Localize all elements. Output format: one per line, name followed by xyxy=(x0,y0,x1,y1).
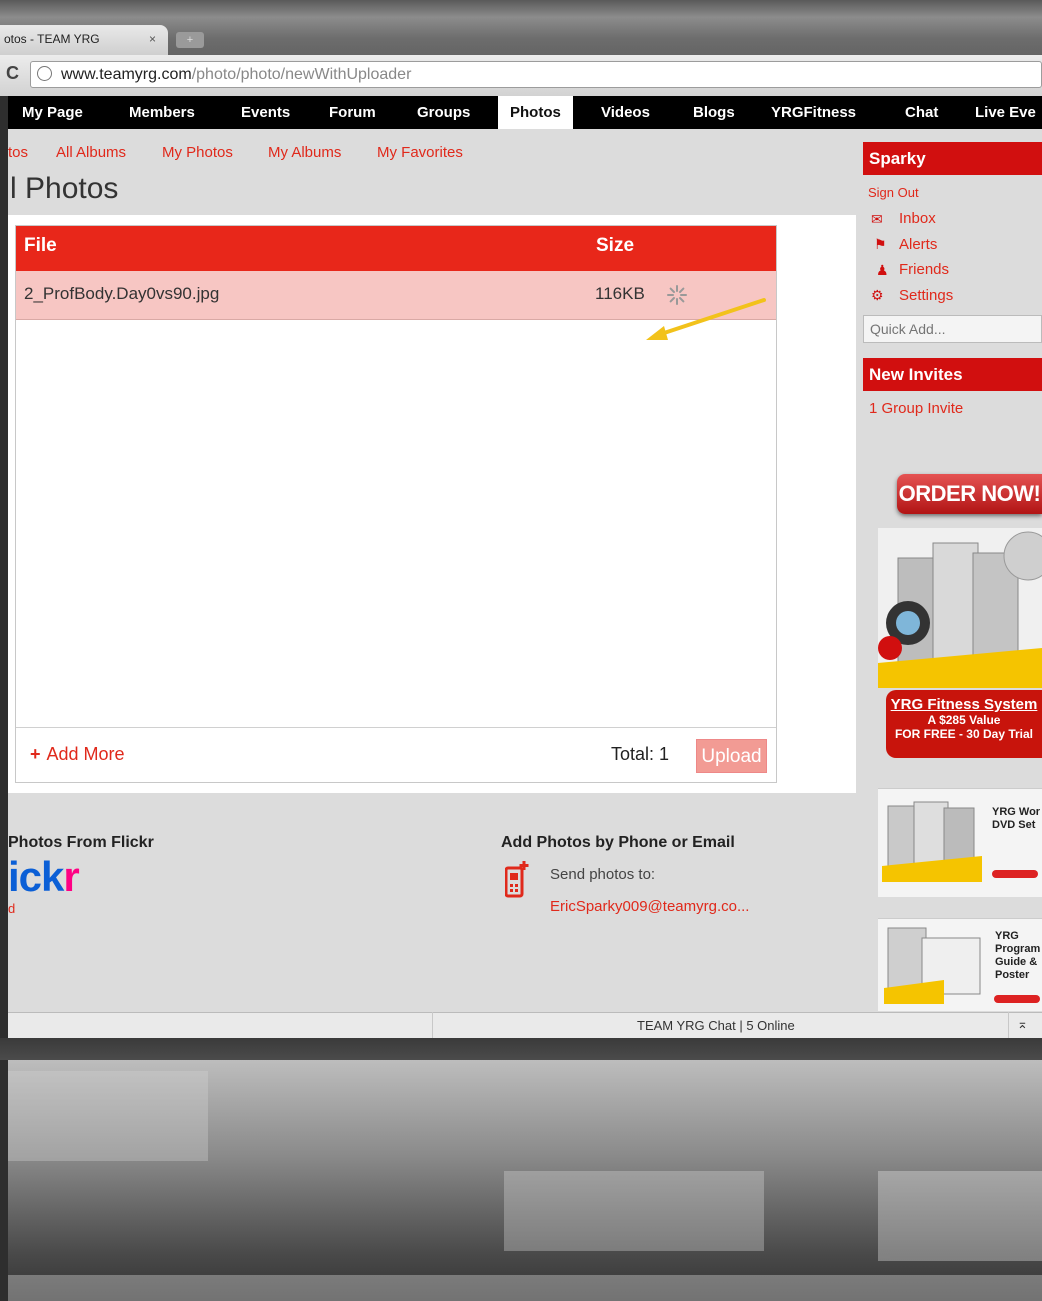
ad-guide-text: YRG Program Guide & Poster xyxy=(995,930,1041,981)
address-bar[interactable]: www.teamyrg.com/photo/photo/newWithUploa… xyxy=(30,61,1042,88)
friends-icon: ♟ xyxy=(876,262,889,278)
sidebar-link-inbox[interactable]: Inbox xyxy=(899,210,936,227)
send-email-address[interactable]: EricSparky009@teamyrg.co... xyxy=(550,898,749,915)
add-more-label: Add More xyxy=(46,744,125,764)
ad-dvd-text: YRG Wor DVD Set xyxy=(992,806,1041,831)
globe-icon xyxy=(37,66,52,81)
uploader-divider xyxy=(16,727,776,728)
dvd-set-image xyxy=(882,801,982,882)
sidebar-link-alerts[interactable]: Alerts xyxy=(899,236,937,253)
send-photos-label: Send photos to: xyxy=(550,866,656,883)
product-image[interactable] xyxy=(878,528,1042,688)
nav-videos[interactable]: Videos xyxy=(601,96,650,129)
nav-members[interactable]: Members xyxy=(129,96,195,129)
window-bottom-edge xyxy=(0,1038,1042,1060)
promo-title: YRG Fitness System xyxy=(890,696,1038,713)
reflection-content xyxy=(8,1060,1042,1301)
order-now-button[interactable]: ORDER NOW! xyxy=(897,474,1042,514)
new-tab-button[interactable]: + xyxy=(176,32,204,48)
subnav-all-albums[interactable]: All Albums xyxy=(56,144,126,161)
url-host: www.teamyrg.com xyxy=(61,66,192,83)
sidebar-user-name[interactable]: Sparky xyxy=(863,142,1042,175)
subnav-my-photos[interactable]: My Photos xyxy=(162,144,233,161)
arrow-annotation xyxy=(646,298,766,340)
group-invite-link[interactable]: 1 Group Invite xyxy=(869,400,963,417)
add-more-link[interactable]: + Add More xyxy=(30,744,125,765)
more-info-button[interactable] xyxy=(994,995,1040,1003)
flickr-logo-blue: ick xyxy=(8,853,64,900)
flickr-link[interactable]: d xyxy=(8,901,15,916)
sign-out-link[interactable]: Sign Out xyxy=(868,185,919,200)
subnav-my-favorites[interactable]: My Favorites xyxy=(377,144,463,161)
promo-value: A $285 Value xyxy=(927,713,1001,727)
column-file: File xyxy=(24,235,57,256)
nav-live-events[interactable]: Live Eve xyxy=(975,96,1036,129)
chat-bar xyxy=(8,1012,1042,1038)
sidebar-link-settings[interactable]: Settings xyxy=(899,287,953,304)
flickr-heading: Photos From Flickr xyxy=(8,834,154,851)
tab-close-icon[interactable]: × xyxy=(149,25,156,53)
window-edge xyxy=(0,96,8,1301)
chat-toggle-icon[interactable]: ⌅ xyxy=(1017,1016,1028,1032)
total-count: Total: 1 xyxy=(611,744,670,764)
column-size: Size xyxy=(596,235,635,256)
flickr-logo[interactable]: ickr xyxy=(8,853,80,901)
phone-icon xyxy=(505,861,529,898)
nav-my-page[interactable]: My Page xyxy=(22,96,83,129)
nav-chat[interactable]: Chat xyxy=(905,96,938,129)
nav-blogs[interactable]: Blogs xyxy=(693,96,735,129)
reload-icon[interactable]: C xyxy=(6,63,19,84)
uploader-header xyxy=(16,226,776,271)
file-name: 2_ProfBody.Day0vs90.jpg xyxy=(24,284,220,303)
tab-title: otos - TEAM YRG xyxy=(4,32,100,46)
sidebar-link-friends[interactable]: Friends xyxy=(899,261,949,278)
alerts-icon: ⚑ xyxy=(874,236,887,252)
chat-divider xyxy=(432,1012,433,1038)
subnav-photos[interactable]: tos xyxy=(8,144,28,161)
promo-trial: FOR FREE - 30 Day Trial xyxy=(894,727,1034,741)
nav-groups[interactable]: Groups xyxy=(417,96,470,129)
phone-email-heading: Add Photos by Phone or Email xyxy=(501,834,735,851)
inbox-icon: ✉ xyxy=(871,211,883,227)
settings-icon: ⚙ xyxy=(871,287,884,303)
program-guide-image xyxy=(884,927,981,1004)
url-path: /photo/photo/newWithUploader xyxy=(191,66,412,83)
chat-divider xyxy=(1008,1012,1009,1038)
new-invites-heading: New Invites xyxy=(863,358,1042,391)
browser-tab[interactable]: otos - TEAM YRG × xyxy=(0,25,168,55)
subnav-my-albums[interactable]: My Albums xyxy=(268,144,341,161)
nav-forum[interactable]: Forum xyxy=(329,96,376,129)
flickr-logo-pink: r xyxy=(63,853,79,900)
screenshot-reflection xyxy=(8,1060,1042,1301)
nav-events[interactable]: Events xyxy=(241,96,290,129)
plus-icon: + xyxy=(30,744,41,764)
promo-banner[interactable]: YRG Fitness System A $285 Value FOR FREE… xyxy=(886,690,1042,758)
upload-button[interactable]: Upload xyxy=(696,739,767,773)
page-title: l Photos xyxy=(10,172,119,205)
nav-photos[interactable]: Photos xyxy=(498,96,573,129)
nav-yrgfitness[interactable]: YRGFitness xyxy=(771,96,856,129)
chat-status[interactable]: TEAM YRG Chat | 5 Online xyxy=(637,1018,795,1033)
quick-add-input[interactable] xyxy=(863,315,1042,343)
more-info-button[interactable] xyxy=(992,870,1038,878)
